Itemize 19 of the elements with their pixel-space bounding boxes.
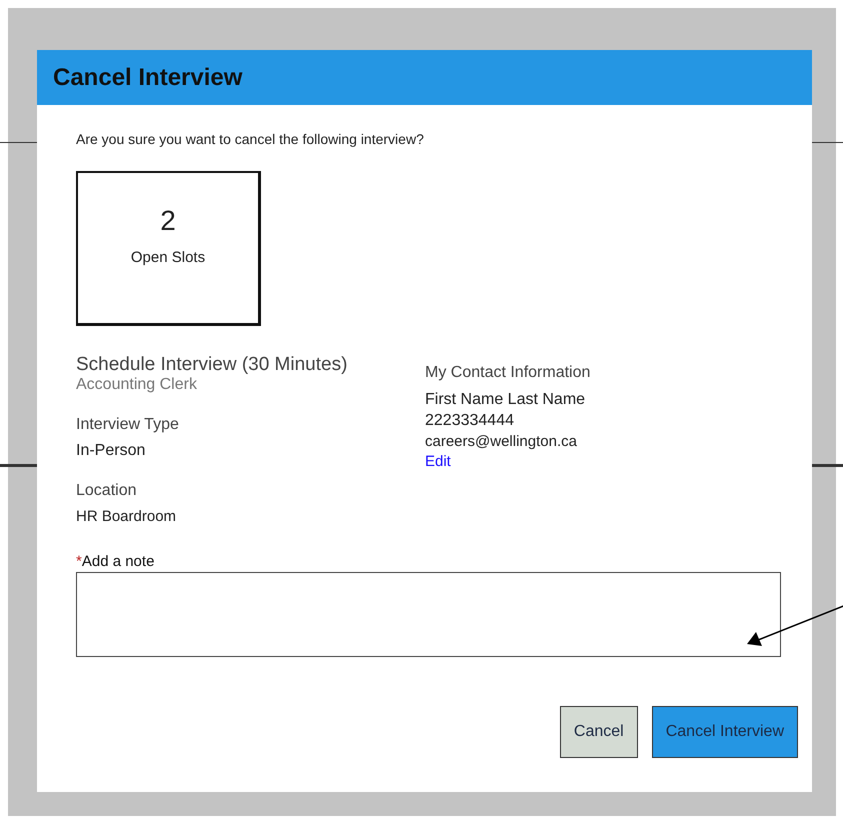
- edit-link[interactable]: Edit: [425, 452, 451, 471]
- contact-name: First Name Last Name: [425, 390, 586, 410]
- cancel-button[interactable]: Cancel: [560, 706, 638, 758]
- slots-label: Open Slots: [130, 249, 206, 266]
- field-label: Interview Type: [76, 416, 180, 434]
- cancel-interview-button[interactable]: Cancel Interview: [652, 706, 798, 758]
- note-label: *Add a note: [76, 553, 156, 570]
- slots-count: 2: [160, 205, 176, 237]
- contact-phone: 2223334444: [425, 411, 515, 431]
- field-value: In-Person: [76, 442, 146, 460]
- field-value: HR Boardroom: [76, 508, 178, 525]
- confirmation-text: Are you sure you want to cancel the following interview?: [76, 131, 425, 147]
- contact-heading: My Contact Information: [425, 364, 592, 382]
- interview-title: Schedule Interview (30 Minutes): [76, 354, 348, 376]
- dialog-title: Cancel Interview: [53, 64, 242, 92]
- contact-email: careers@wellington.ca: [425, 432, 578, 452]
- field-label: Location: [76, 482, 138, 500]
- note-field[interactable]: [76, 572, 781, 657]
- position-name: Accounting Clerk: [76, 376, 198, 394]
